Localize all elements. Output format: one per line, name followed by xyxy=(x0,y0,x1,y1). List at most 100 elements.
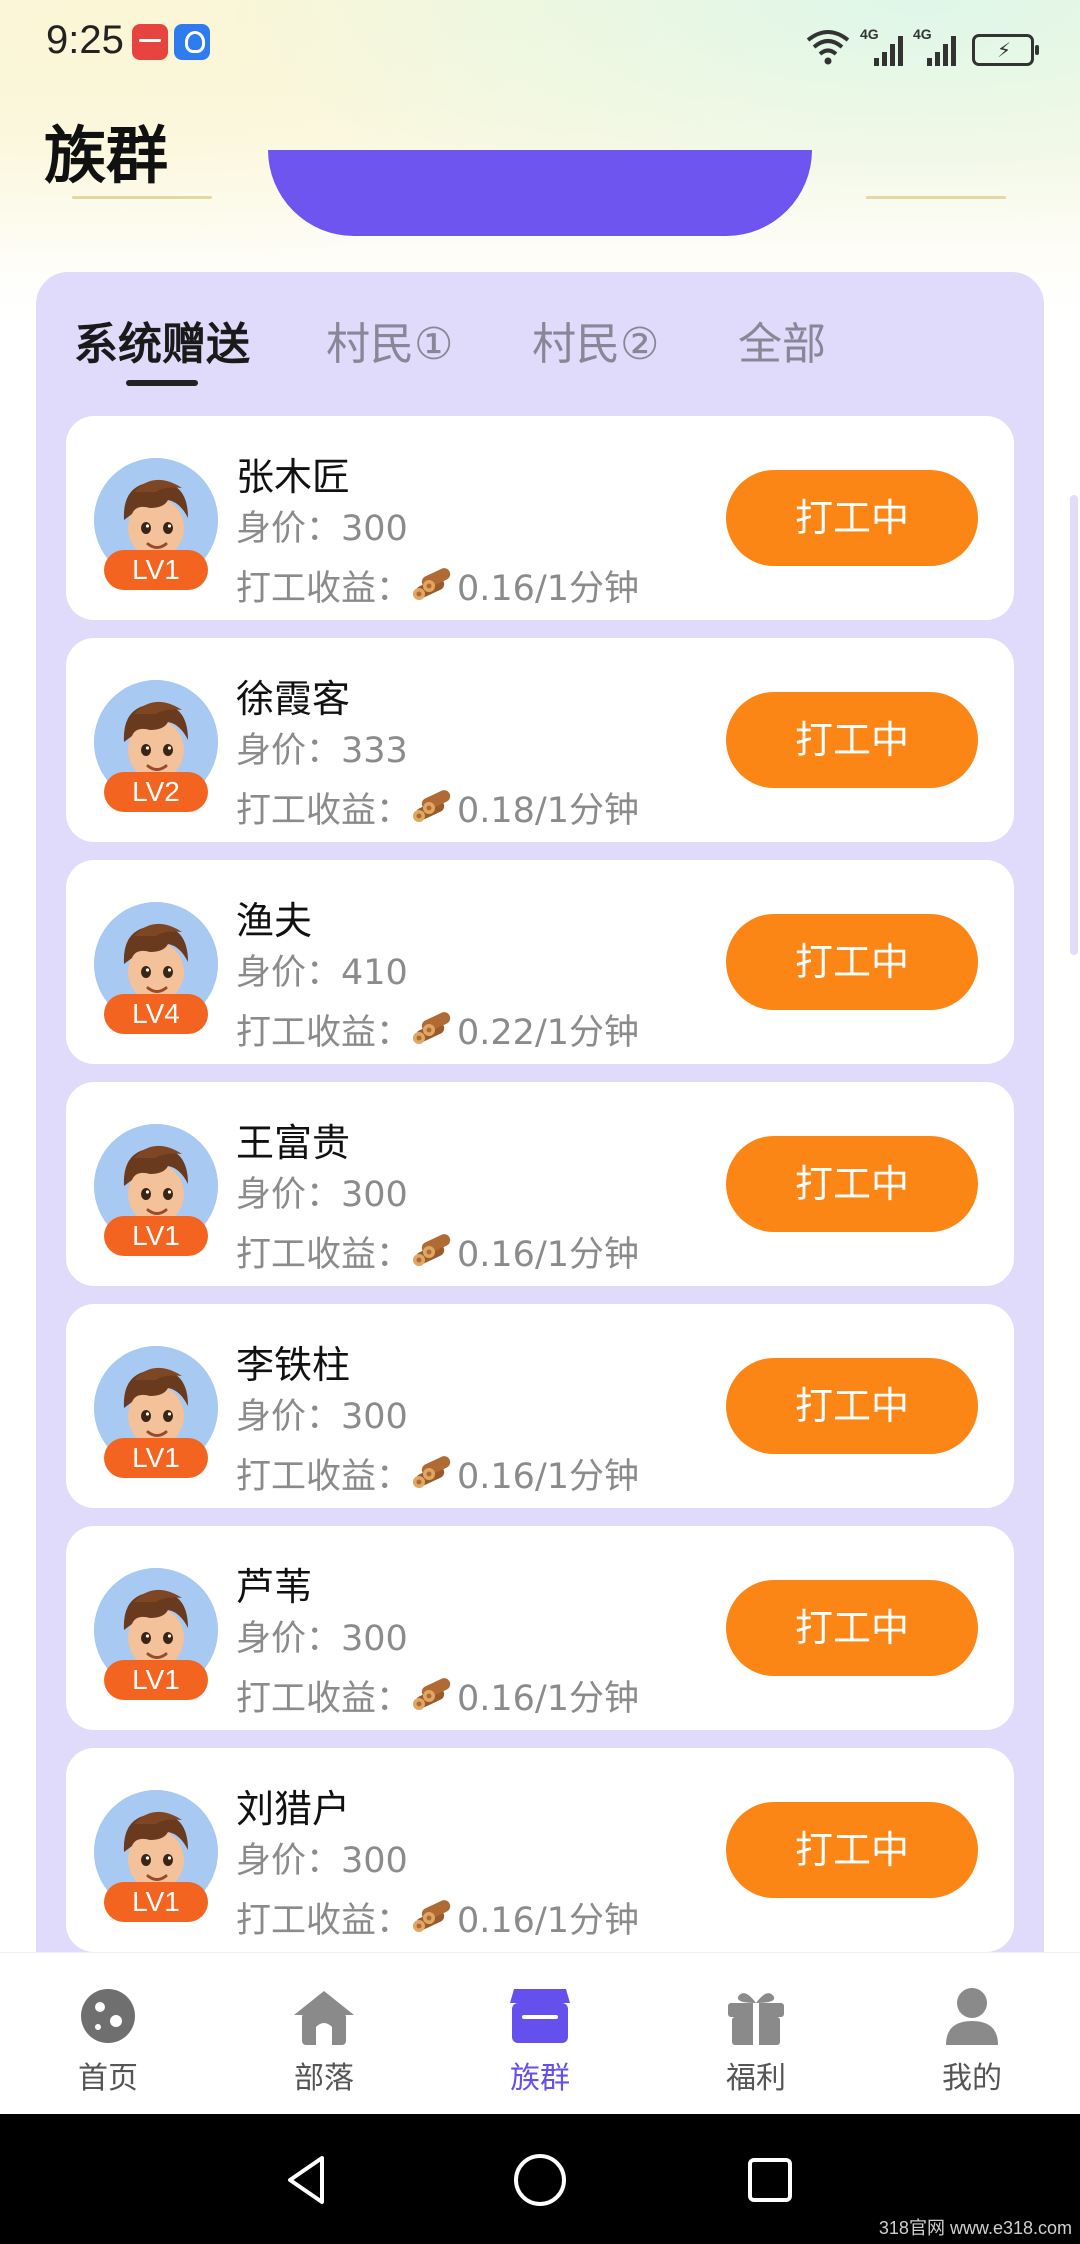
tab-villager-2[interactable]: 村民② xyxy=(532,308,659,372)
working-button[interactable]: 打工中 xyxy=(726,1580,978,1676)
income-value: 0.16/1分钟 xyxy=(457,1457,640,1497)
wood-log-icon xyxy=(413,1899,451,1932)
villager-price: 身价：410 xyxy=(236,944,408,995)
income-value: 0.16/1分钟 xyxy=(457,569,640,609)
income-label: 打工收益： xyxy=(236,1013,412,1053)
income-label: 打工收益： xyxy=(236,1901,412,1941)
income-value: 0.18/1分钟 xyxy=(457,791,640,831)
level-badge: LV1 xyxy=(104,1882,208,1922)
nav-profile[interactable]: 我的 xyxy=(864,1953,1080,2115)
working-button[interactable]: 打工中 xyxy=(726,1358,978,1454)
level-badge: LV1 xyxy=(104,1438,208,1478)
villager-card[interactable]: LV1 刘猎户 身价：300 打工收益： 0.16/1分钟 打工中 xyxy=(66,1748,1014,1952)
status-bar: 9:25 4G 4G ⚡ xyxy=(0,0,1080,90)
price-value: 410 xyxy=(341,953,408,993)
tab-system-gift[interactable]: 系统赠送 xyxy=(74,308,250,372)
gift-icon xyxy=(728,1993,784,2045)
signal-icon: 4G xyxy=(913,26,956,66)
villager-income: 打工收益： 0.16/1分钟 xyxy=(236,1892,639,1943)
price-label: 身价： xyxy=(236,509,342,549)
price-value: 300 xyxy=(341,1397,408,1437)
villager-price: 身价：300 xyxy=(236,1166,408,1217)
tab-all[interactable]: 全部 xyxy=(738,308,826,372)
level-badge: LV4 xyxy=(104,994,208,1034)
villager-name: 张木匠 xyxy=(236,455,351,499)
working-button[interactable]: 打工中 xyxy=(726,914,978,1010)
nav-label: 族群 xyxy=(510,2061,570,2096)
wifi-icon xyxy=(806,30,850,65)
income-value: 0.16/1分钟 xyxy=(457,1679,640,1719)
price-value: 300 xyxy=(341,1175,408,1215)
banner[interactable] xyxy=(268,150,812,236)
network-type-label: 4G xyxy=(913,26,932,42)
working-button[interactable]: 打工中 xyxy=(726,1802,978,1898)
back-icon[interactable] xyxy=(278,2150,338,2210)
banner-decoration xyxy=(866,196,1006,199)
store-icon xyxy=(510,1989,570,2043)
banner-decoration xyxy=(72,196,212,199)
villager-income: 打工收益： 0.18/1分钟 xyxy=(236,782,639,833)
income-label: 打工收益： xyxy=(236,791,412,831)
income-label: 打工收益： xyxy=(236,1457,412,1497)
villager-card[interactable]: LV1 张木匠 身价：300 打工收益： 0.16/1分钟 打工中 xyxy=(66,416,1014,620)
wood-log-icon xyxy=(413,1455,451,1488)
tab-indicator xyxy=(126,380,198,386)
price-label: 身价： xyxy=(236,1841,342,1881)
nav-tribe[interactable]: 部落 xyxy=(216,1953,432,2115)
nav-home[interactable]: 首页 xyxy=(0,1953,216,2115)
wood-log-icon xyxy=(413,1233,451,1266)
person-icon xyxy=(946,1988,998,2045)
villager-name: 王富贵 xyxy=(236,1121,351,1165)
price-label: 身价： xyxy=(236,1175,342,1215)
villager-panel: 系统赠送 村民① 村民② 全部 LV1 张木匠 身价：300 打工收益： 0.1… xyxy=(36,272,1044,2072)
status-time: 9:25 xyxy=(46,18,124,62)
nav-clan[interactable]: 族群 xyxy=(432,1953,648,2115)
income-value: 0.16/1分钟 xyxy=(457,1901,640,1941)
bulb-notification-icon xyxy=(174,24,210,60)
network-type-label: 4G xyxy=(860,26,879,42)
villager-card[interactable]: LV1 芦苇 身价：300 打工收益： 0.16/1分钟 打工中 xyxy=(66,1526,1014,1730)
page-title: 族群 xyxy=(44,119,169,192)
level-badge: LV1 xyxy=(104,1216,208,1256)
house-icon xyxy=(294,1991,354,2045)
price-label: 身价： xyxy=(236,731,342,771)
villager-income: 打工收益： 0.16/1分钟 xyxy=(236,1226,639,1277)
price-value: 300 xyxy=(341,1619,408,1659)
nav-welfare[interactable]: 福利 xyxy=(648,1953,864,2115)
level-badge: LV1 xyxy=(104,550,208,590)
wood-log-icon xyxy=(413,1011,451,1044)
income-label: 打工收益： xyxy=(236,1679,412,1719)
price-label: 身价： xyxy=(236,1397,342,1437)
nav-label: 我的 xyxy=(942,2061,1002,2096)
villager-price: 身价：300 xyxy=(236,1610,408,1661)
nav-label: 首页 xyxy=(78,2061,138,2096)
huawei-notification-icon xyxy=(132,24,168,60)
scrollbar[interactable] xyxy=(1070,495,1078,955)
villager-name: 李铁柱 xyxy=(236,1343,351,1387)
status-icons: 4G 4G ⚡ xyxy=(806,22,1039,66)
villager-name: 徐霞客 xyxy=(236,677,351,721)
villager-card[interactable]: LV4 渔夫 身价：410 打工收益： 0.22/1分钟 打工中 xyxy=(66,860,1014,1064)
price-label: 身价： xyxy=(236,1619,342,1659)
villager-price: 身价：300 xyxy=(236,1832,408,1883)
nav-label: 部落 xyxy=(294,2061,354,2096)
home-circle-icon[interactable] xyxy=(510,2150,570,2210)
wood-log-icon xyxy=(413,789,451,822)
villager-card[interactable]: LV2 徐霞客 身价：333 打工收益： 0.18/1分钟 打工中 xyxy=(66,638,1014,842)
tab-villager-1[interactable]: 村民① xyxy=(326,308,453,372)
villager-income: 打工收益： 0.16/1分钟 xyxy=(236,1670,639,1721)
income-value: 0.22/1分钟 xyxy=(457,1013,640,1053)
villager-card[interactable]: LV1 李铁柱 身价：300 打工收益： 0.16/1分钟 打工中 xyxy=(66,1304,1014,1508)
nav-label: 福利 xyxy=(726,2061,786,2096)
working-button[interactable]: 打工中 xyxy=(726,1136,978,1232)
villager-name: 刘猎户 xyxy=(236,1787,351,1831)
villager-income: 打工收益： 0.16/1分钟 xyxy=(236,560,639,611)
wood-log-icon xyxy=(413,1677,451,1710)
recents-icon[interactable] xyxy=(740,2150,800,2210)
price-value: 300 xyxy=(341,509,408,549)
working-button[interactable]: 打工中 xyxy=(726,692,978,788)
villager-card[interactable]: LV1 王富贵 身价：300 打工收益： 0.16/1分钟 打工中 xyxy=(66,1082,1014,1286)
villager-price: 身价：300 xyxy=(236,1388,408,1439)
working-button[interactable]: 打工中 xyxy=(726,470,978,566)
price-label: 身价： xyxy=(236,953,342,993)
